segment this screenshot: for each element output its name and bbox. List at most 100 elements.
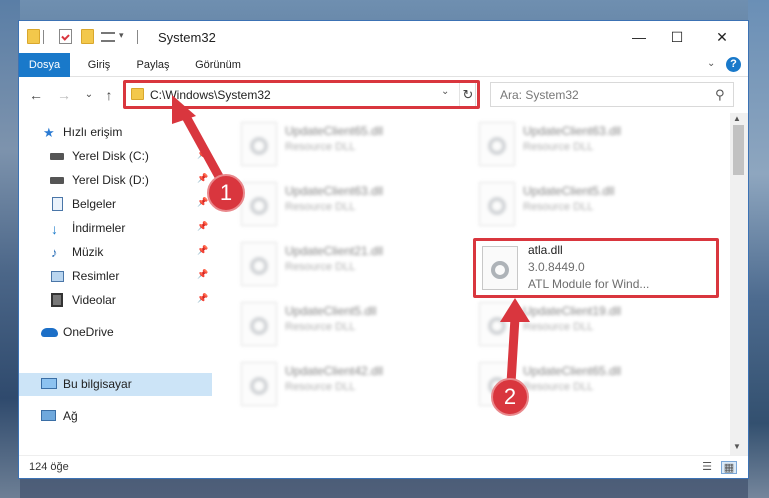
ribbon-tabs: Dosya Giriş Paylaş Görünüm ⌄ ?: [19, 53, 748, 77]
navigation-pane: ★ Hızlı erişim Yerel Disk (C:) 📌 Yerel D…: [19, 113, 212, 455]
search-box[interactable]: Ara: System32 ⚲: [490, 82, 734, 107]
music-icon: ♪: [51, 245, 58, 260]
vertical-scrollbar[interactable]: ▲ ▼: [730, 113, 748, 455]
back-button[interactable]: ←: [28, 86, 44, 104]
quick-access-toolbar-icon[interactable]: [101, 32, 115, 42]
sidebar-item-label: Videolar: [72, 293, 116, 307]
sidebar-item-videos[interactable]: Videolar 📌: [19, 289, 212, 312]
sidebar-item-label: Hızlı erişim: [63, 125, 123, 139]
sidebar-item-label: Yerel Disk (D:): [72, 173, 149, 187]
divider: [137, 30, 138, 44]
gear-icon: [488, 317, 506, 335]
dll-file-icon: [479, 182, 515, 226]
gear-icon: [250, 317, 268, 335]
sidebar-item-documents[interactable]: Belgeler 📌: [19, 193, 212, 216]
pin-icon: 📌: [197, 197, 209, 207]
file-item[interactable]: UpdateClient21.dll Resource DLL: [235, 237, 463, 291]
scroll-up-icon[interactable]: ▲: [733, 114, 741, 123]
file-item[interactable]: UpdateClient19.dll Resource DLL: [473, 297, 701, 351]
file-description: Resource DLL: [523, 381, 594, 393]
star-icon: ★: [43, 125, 55, 140]
videos-icon: [51, 293, 63, 307]
scroll-thumb[interactable]: [733, 125, 744, 175]
item-count: 124 öğe: [29, 461, 69, 473]
sidebar-item-label: Ağ: [63, 409, 78, 423]
sidebar-item-local-disk-c[interactable]: Yerel Disk (C:) 📌: [19, 145, 212, 168]
documents-icon: [52, 197, 63, 211]
file-item[interactable]: UpdateClient42.dll Resource DLL: [235, 357, 463, 411]
file-description: Resource DLL: [523, 201, 594, 213]
pin-icon: 📌: [197, 245, 209, 255]
sidebar-item-network[interactable]: Ağ: [19, 405, 212, 428]
tab-share[interactable]: Paylaş: [129, 53, 177, 77]
tab-home[interactable]: Giriş: [79, 53, 119, 77]
pictures-icon: [51, 271, 64, 282]
close-button[interactable]: ✕: [712, 27, 732, 47]
gear-icon: [250, 377, 268, 395]
dll-file-icon: [479, 122, 515, 166]
new-folder-icon[interactable]: [81, 29, 94, 44]
search-icon[interactable]: ⚲: [715, 87, 725, 103]
sidebar-item-local-disk-d[interactable]: Yerel Disk (D:) 📌: [19, 169, 212, 192]
network-icon: [41, 410, 56, 421]
sidebar-item-label: OneDrive: [63, 325, 114, 339]
sidebar-item-label: Bu bilgisayar: [63, 377, 132, 391]
file-item[interactable]: UpdateClient63.dll Resource DLL: [473, 117, 701, 171]
customize-toolbar-dropdown-icon[interactable]: ▾: [119, 30, 124, 41]
sidebar-item-label: Resimler: [72, 269, 120, 283]
minimize-button[interactable]: —: [629, 27, 649, 47]
sidebar-item-pictures[interactable]: Resimler 📌: [19, 265, 212, 288]
file-item[interactable]: UpdateClient65.dll Resource DLL: [235, 117, 463, 171]
file-list: UpdateClient65.dll Resource DLL UpdateCl…: [212, 113, 730, 455]
divider: [43, 30, 44, 44]
sidebar-item-onedrive[interactable]: OneDrive: [19, 321, 212, 344]
scroll-down-icon[interactable]: ▼: [733, 442, 741, 451]
gear-icon: [488, 197, 506, 215]
dll-file-icon: [479, 302, 515, 346]
cloud-icon: [41, 328, 58, 337]
file-description: Resource DLL: [285, 321, 356, 333]
help-icon[interactable]: ?: [726, 57, 741, 72]
file-name: UpdateClient5.dll: [285, 304, 377, 318]
tab-view[interactable]: Görünüm: [187, 53, 249, 77]
file-name: UpdateClient21.dll: [285, 244, 384, 258]
sidebar-item-label: Yerel Disk (C:): [72, 149, 149, 163]
dll-file-icon: [241, 362, 277, 406]
sidebar-item-quick-access[interactable]: ★ Hızlı erişim: [19, 121, 212, 144]
details-view-icon[interactable]: ☰: [699, 461, 715, 474]
file-name: UpdateClient5.dll: [523, 184, 615, 198]
tiles-view-icon[interactable]: ▦: [721, 461, 737, 474]
dll-file-icon: [241, 242, 277, 286]
file-item[interactable]: UpdateClient5.dll Resource DLL: [473, 177, 701, 231]
tab-file[interactable]: Dosya: [19, 53, 70, 77]
file-highlight-box: [473, 238, 719, 298]
properties-icon[interactable]: [59, 29, 72, 44]
up-button[interactable]: ↑: [101, 86, 117, 104]
file-description: Resource DLL: [285, 141, 356, 153]
forward-button[interactable]: →: [56, 86, 72, 104]
sidebar-item-label: Müzik: [72, 245, 104, 259]
computer-icon: [41, 378, 57, 389]
file-item[interactable]: UpdateClient63.dll Resource DLL: [235, 177, 463, 231]
address-highlight-box: [123, 80, 480, 109]
download-icon: ↓: [51, 221, 58, 237]
expand-ribbon-icon[interactable]: ⌄: [707, 58, 715, 69]
search-input[interactable]: Ara: System32: [500, 88, 579, 102]
sidebar-item-music[interactable]: ♪ Müzik 📌: [19, 241, 212, 264]
sidebar-item-label: İndirmeler: [72, 221, 126, 235]
file-name: UpdateClient63.dll: [523, 124, 622, 138]
dll-file-icon: [241, 302, 277, 346]
file-item[interactable]: UpdateClient5.dll Resource DLL: [235, 297, 463, 351]
sidebar-item-this-pc[interactable]: Bu bilgisayar: [19, 373, 212, 396]
explorer-window: ▾ System32 — ☐ ✕ Dosya Giriş Paylaş Görü…: [18, 20, 749, 479]
desktop-background-left: [0, 0, 20, 498]
sidebar-item-label: Belgeler: [72, 197, 117, 211]
recent-locations-button[interactable]: ⌄: [81, 86, 97, 104]
file-name: UpdateClient65.dll: [285, 124, 384, 138]
file-description: Resource DLL: [285, 201, 356, 213]
sidebar-item-downloads[interactable]: ↓ İndirmeler 📌: [19, 217, 212, 240]
file-description: Resource DLL: [285, 381, 356, 393]
maximize-button[interactable]: ☐: [667, 27, 687, 47]
gear-icon: [488, 137, 506, 155]
pin-icon: 📌: [197, 221, 209, 231]
